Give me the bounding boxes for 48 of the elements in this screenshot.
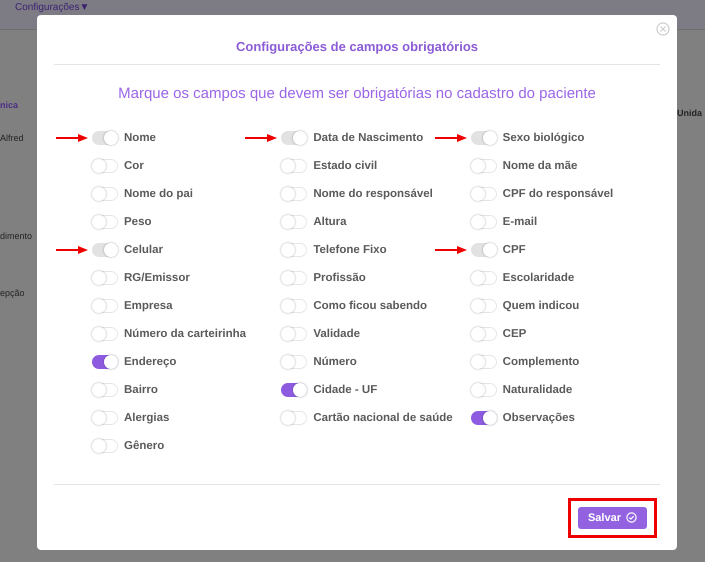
field-label: Alergias xyxy=(124,412,170,424)
field-label: Nome da mãe xyxy=(502,160,578,172)
field-label: Cor xyxy=(124,160,144,172)
field-label: Endereço xyxy=(124,356,176,368)
field-label: Gênero xyxy=(124,440,164,452)
toggle-switch[interactable] xyxy=(92,355,118,369)
field-label: Validade xyxy=(313,328,360,340)
field-label: Celular xyxy=(124,244,163,256)
field-label: Altura xyxy=(313,216,347,228)
field-label: Observações xyxy=(502,412,575,424)
settings-menu[interactable]: Configurações▼ xyxy=(15,2,90,14)
modal-title: Configurações de campos obrigatórios xyxy=(54,15,660,65)
modal-subtitle: Marque os campos que devem ser obrigatórias no cadastro do paciente xyxy=(117,85,597,102)
field-label: Número xyxy=(313,356,357,368)
field-label: Quem indicou xyxy=(502,300,580,312)
field-label: CPF do responsável xyxy=(502,188,614,200)
background-text: Alfred xyxy=(0,133,25,143)
field-label: RG/Emissor xyxy=(124,272,190,284)
field-label: Profissão xyxy=(313,272,366,284)
field-label: Número da carteirinha xyxy=(124,328,246,340)
field-label: Empresa xyxy=(124,300,173,312)
field-label: Bairro xyxy=(124,384,158,396)
field-label: Cartão nacional de saúde xyxy=(313,412,453,424)
toggle-switch[interactable] xyxy=(281,383,308,397)
field-label: CPF xyxy=(502,244,526,256)
background-text: nica xyxy=(0,100,20,110)
field-label: Nome do responsável xyxy=(313,188,433,200)
field-label: Peso xyxy=(124,216,152,228)
field-label: Como ficou sabendo xyxy=(313,300,428,312)
close-icon[interactable] xyxy=(656,22,670,36)
field-label: Nome do pai xyxy=(124,188,194,200)
toggle-switch[interactable] xyxy=(470,411,497,425)
field-label: Cidade - UF xyxy=(313,384,378,396)
field-label: Complemento xyxy=(502,356,580,368)
field-label: Data de Nascimento xyxy=(313,132,424,144)
save-button[interactable]: Salvar xyxy=(578,506,647,528)
background-text: epção xyxy=(0,288,26,298)
field-label: E-mail xyxy=(502,216,538,228)
field-label: Naturalidade xyxy=(502,384,572,396)
field-label: Sexo biológico xyxy=(502,132,584,144)
background-text: Unida xyxy=(677,108,704,118)
field-label: Estado civil xyxy=(313,160,378,172)
background-text: dimento xyxy=(0,231,34,241)
field-label: Escolaridade xyxy=(502,272,574,284)
field-label: Nome xyxy=(124,132,156,144)
field-label: CEP xyxy=(502,328,526,340)
field-label: Telefone Fixo xyxy=(313,244,387,256)
check-circle-icon xyxy=(626,512,637,523)
